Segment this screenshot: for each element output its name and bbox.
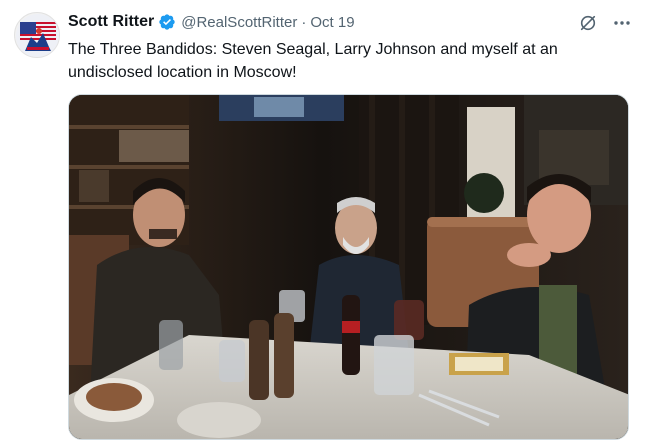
- grok-icon[interactable]: [578, 13, 598, 33]
- more-options-icon[interactable]: [612, 13, 632, 33]
- author-name[interactable]: Scott Ritter: [68, 13, 154, 31]
- tweet-text: The Three Bandidos: Steven Seagal, Larry…: [68, 41, 558, 81]
- author-handle[interactable]: @RealScottRitter: [181, 14, 297, 31]
- tweet-header: Scott Ritter @RealScottRitter · Oct 19: [68, 13, 355, 31]
- post-timestamp[interactable]: Oct 19: [310, 14, 354, 31]
- avatar-image: [16, 14, 59, 57]
- restaurant-photo: [69, 95, 628, 439]
- tweet-photo[interactable]: [68, 94, 629, 440]
- tweet: Scott Ritter @RealScottRitter · Oct 19 T: [0, 0, 650, 440]
- avatar[interactable]: [14, 12, 60, 58]
- verified-badge-icon: [158, 13, 176, 31]
- tweet-actions: [578, 13, 632, 33]
- separator-dot: ·: [301, 13, 307, 31]
